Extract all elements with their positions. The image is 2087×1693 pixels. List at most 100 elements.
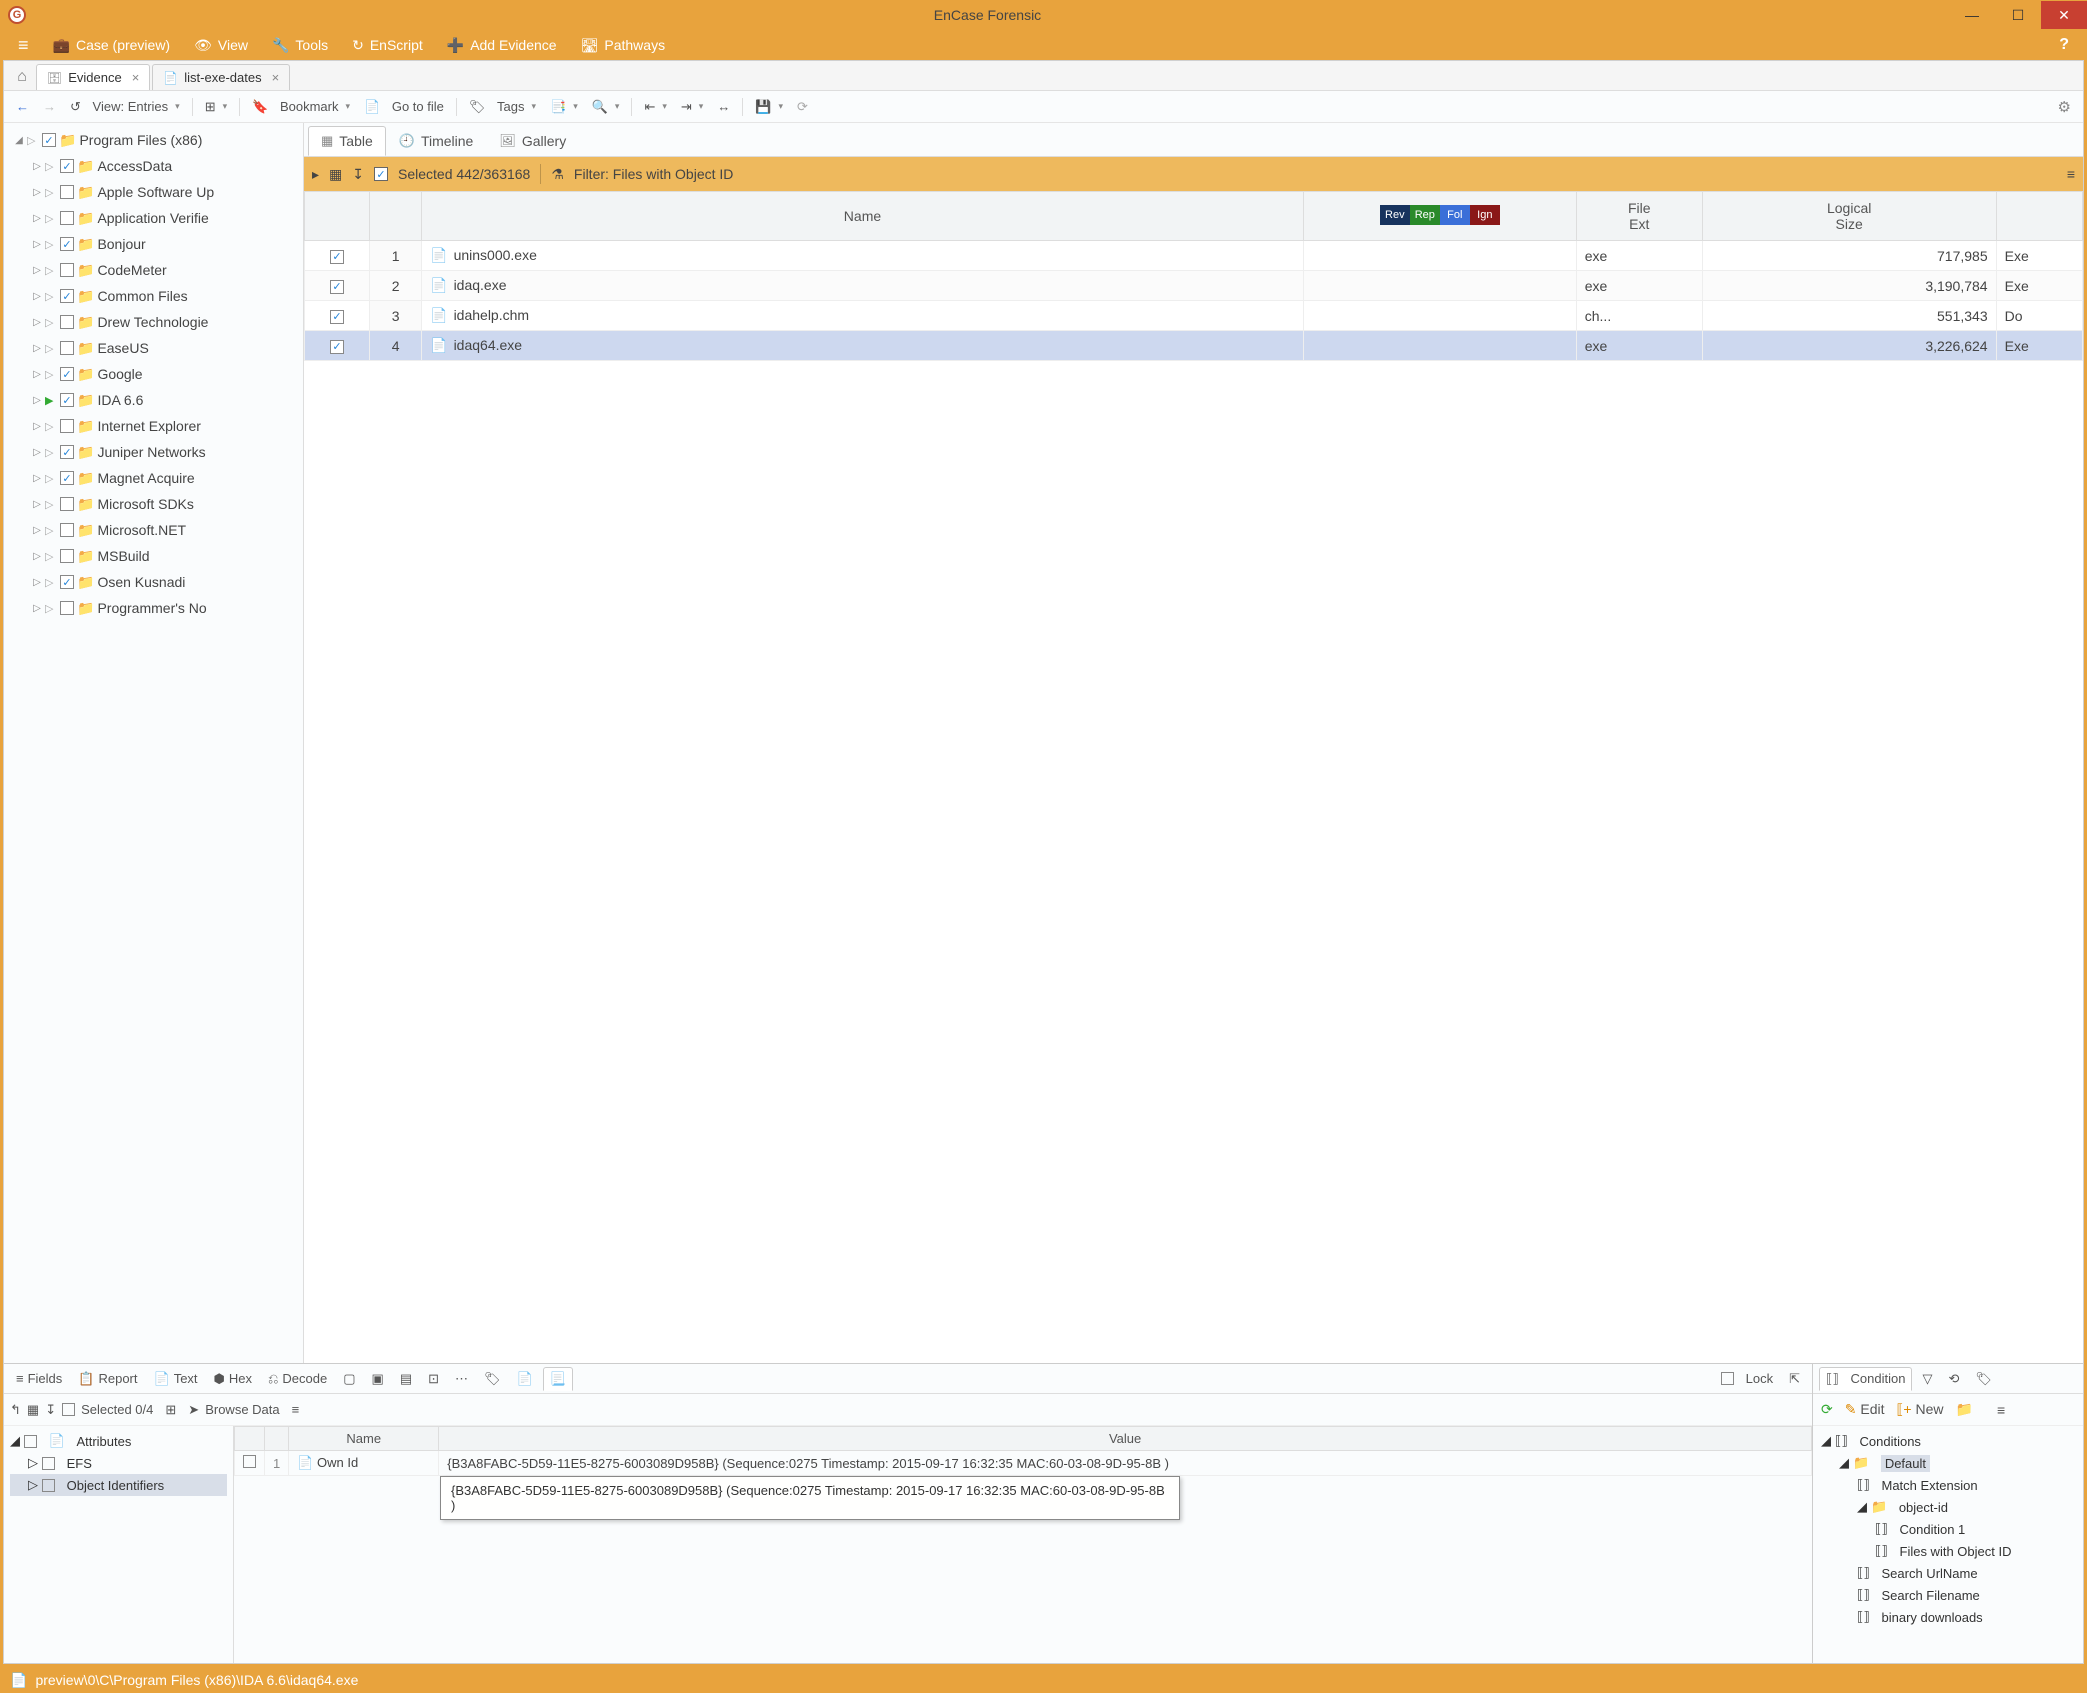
tree-item[interactable]: ▷▷📁CodeMeter <box>14 257 303 283</box>
tree-horizontal-scrollbar[interactable] <box>4 1347 303 1363</box>
home-icon[interactable]: ⌂ <box>8 64 36 90</box>
indent-right-button[interactable]: ⇥ <box>675 96 709 118</box>
folder-tree[interactable]: ◢ ▷ ✓ 📁 Program Files (x86) ▷▷✓📁AccessDa… <box>4 123 303 1347</box>
col-index[interactable] <box>370 192 422 241</box>
bottom-tool-1[interactable]: ▢ <box>337 1368 361 1390</box>
collapse-icon[interactable]: ◢ <box>1857 1499 1867 1515</box>
popout-button[interactable]: ⇱ <box>1783 1368 1806 1390</box>
view-entries-dropdown[interactable]: ↺ View: Entries <box>64 96 186 118</box>
collapse-icon[interactable]: ◢ <box>1839 1455 1849 1471</box>
tag-action-dropdown[interactable]: 📑 <box>544 96 584 118</box>
bottom-tab-text[interactable]: 📄Text <box>148 1368 204 1390</box>
tree-item[interactable]: ▷▷📁MSBuild <box>14 543 303 569</box>
collapse-button[interactable]: ↰ <box>10 1402 21 1418</box>
tree-item[interactable]: ▷▶✓📁IDA 6.6 <box>14 387 303 413</box>
tree-checkbox[interactable] <box>60 497 74 511</box>
expand-icon[interactable]: ▷ <box>32 317 42 328</box>
attr-row[interactable]: 1 📄 Own Id {B3A8FABC-5D59-11E5-8275-6003… <box>235 1451 1812 1476</box>
cond-condition1[interactable]: ⟦⟧ Condition 1 <box>1821 1518 2075 1540</box>
expand-icon[interactable]: ▷ <box>32 551 42 562</box>
table-row[interactable]: ✓2📄idaq.exeexe3,190,784Exe <box>305 271 2083 301</box>
maximize-button[interactable]: ☐ <box>1995 1 2041 29</box>
tree-item[interactable]: ▷▷📁Microsoft SDKs <box>14 491 303 517</box>
bottom-tool-2[interactable]: ▣ <box>366 1368 390 1390</box>
bottom-tool-5[interactable]: ⋯ <box>449 1368 474 1390</box>
layout-dropdown-2[interactable]: ⊞ <box>165 1402 176 1418</box>
col-name[interactable]: Name <box>422 192 1304 241</box>
new-button[interactable]: ⟦+ New <box>1896 1401 1943 1418</box>
lock-checkbox[interactable] <box>1721 1372 1734 1385</box>
col-file-ext[interactable]: File Ext <box>1576 192 1702 241</box>
browse-data-label[interactable]: Browse Data <box>205 1402 279 1417</box>
table-row[interactable]: ✓1📄unins000.exeexe717,985Exe <box>305 241 2083 271</box>
tree-checkbox[interactable] <box>60 419 74 433</box>
tab-evidence[interactable]: 🗄 Evidence × <box>36 64 150 90</box>
attr-col-name[interactable]: Name <box>289 1427 439 1451</box>
run-icon[interactable]: ⟳ <box>1821 1401 1833 1418</box>
tree-item[interactable]: ▷▷📁Application Verifie <box>14 205 303 231</box>
edit-button[interactable]: ✎ Edit <box>1845 1401 1885 1418</box>
tree-item[interactable]: ▷▷📁Apple Software Up <box>14 179 303 205</box>
filter-tab[interactable]: ▽ <box>1916 1368 1938 1390</box>
tree-item[interactable]: ▷▷✓📁Google <box>14 361 303 387</box>
bottom-tab-hex[interactable]: ⬢Hex <box>208 1368 258 1390</box>
menu-add-evidence[interactable]: ➕Add Evidence <box>437 33 567 58</box>
cond-default[interactable]: ◢📁 Default <box>1821 1452 2075 1474</box>
filter-menu-button[interactable]: ≡ <box>2067 166 2075 182</box>
bottom-tab-decode[interactable]: ⎌Decode <box>262 1368 333 1390</box>
expand-icon[interactable]: ▷ <box>32 395 42 406</box>
tree-root[interactable]: ◢ ▷ ✓ 📁 Program Files (x86) <box>14 127 303 153</box>
row-checkbox[interactable]: ✓ <box>305 331 370 361</box>
goto-file-button[interactable]: 📄 Go to file <box>358 96 450 118</box>
close-button[interactable]: ✕ <box>2041 1 2087 29</box>
tree-checkbox[interactable] <box>60 185 74 199</box>
tree-checkbox[interactable]: ✓ <box>60 289 74 303</box>
tree-checkbox[interactable]: ✓ <box>60 471 74 485</box>
expand-icon[interactable]: ▷ <box>32 473 42 484</box>
tree-item[interactable]: ▷▷📁Internet Explorer <box>14 413 303 439</box>
menu-case[interactable]: 💼Case (preview) <box>43 33 181 58</box>
expand-button[interactable]: ↔ <box>711 96 736 117</box>
tree-checkbox[interactable]: ✓ <box>60 237 74 251</box>
cond-binary[interactable]: ⟦⟧ binary downloads <box>1821 1606 2075 1628</box>
collapse-icon[interactable]: ◢ <box>14 135 24 146</box>
attribute-tree[interactable]: ◢ 📄 Attributes ▷ EFS ▷ Object Identifier… <box>4 1426 234 1663</box>
expand-icon[interactable]: ▷ <box>32 239 42 250</box>
attr-col-value[interactable]: Value <box>439 1427 1812 1451</box>
attr-checkbox[interactable] <box>42 1457 55 1470</box>
expand-icon[interactable]: ▷ <box>32 265 42 276</box>
attribute-grid[interactable]: Name Value 1 📄 Own Id {B3A8FABC-5D59-11E… <box>234 1426 1812 1663</box>
collapse-icon[interactable]: ◢ <box>10 1433 20 1449</box>
bottom-tool-4[interactable]: ⊡ <box>422 1368 445 1390</box>
attr-checkbox[interactable] <box>24 1435 37 1448</box>
attr-root[interactable]: ◢ 📄 Attributes <box>10 1430 227 1452</box>
row-checkbox[interactable]: ✓ <box>305 241 370 271</box>
expand-icon[interactable]: ▷ <box>32 213 42 224</box>
table-row[interactable]: ✓3📄idahelp.chmch...551,343Do <box>305 301 2083 331</box>
table-options-dropdown[interactable]: ▦ <box>329 166 342 183</box>
select-all-checkbox[interactable]: ✓ <box>374 167 388 181</box>
tree-item[interactable]: ▷▷✓📁Juniper Networks <box>14 439 303 465</box>
tags-dropdown[interactable]: 🏷 Tags <box>463 96 542 118</box>
col-extra[interactable] <box>1996 192 2082 241</box>
help-button[interactable]: ? <box>2049 32 2079 58</box>
cond-files-obj[interactable]: ⟦⟧ Files with Object ID <box>1821 1540 2075 1562</box>
bottom-tab-report[interactable]: 📋Report <box>72 1368 143 1390</box>
layout-dropdown[interactable]: ⊞ <box>199 96 233 118</box>
tree-checkbox[interactable] <box>60 549 74 563</box>
bottom-tool-3[interactable]: ▤ <box>394 1368 418 1390</box>
filter-toggle-icon[interactable]: ▸ <box>312 166 319 183</box>
view-tab-timeline[interactable]: 🕘Timeline <box>386 126 487 156</box>
attr-efs[interactable]: ▷ EFS <box>10 1452 227 1474</box>
bookmark-dropdown[interactable]: 🔖 Bookmark <box>246 96 356 118</box>
tree-checkbox[interactable]: ✓ <box>60 367 74 381</box>
cond-object-id-folder[interactable]: ◢📁 object-id <box>1821 1496 2075 1518</box>
attr-col-check[interactable] <box>235 1427 265 1451</box>
sort-dropdown-2[interactable]: ↧ <box>45 1402 56 1418</box>
menu-tools[interactable]: 🔧Tools <box>262 33 338 58</box>
col-tags[interactable]: RevRepFolIgn <box>1303 192 1576 241</box>
tree-item[interactable]: ▷▷✓📁Bonjour <box>14 231 303 257</box>
bottom-tab-fields[interactable]: ≡Fields <box>10 1368 68 1389</box>
collapse-icon[interactable]: ◢ <box>1821 1433 1831 1449</box>
grid-options-dropdown[interactable]: ▦ <box>27 1402 39 1418</box>
